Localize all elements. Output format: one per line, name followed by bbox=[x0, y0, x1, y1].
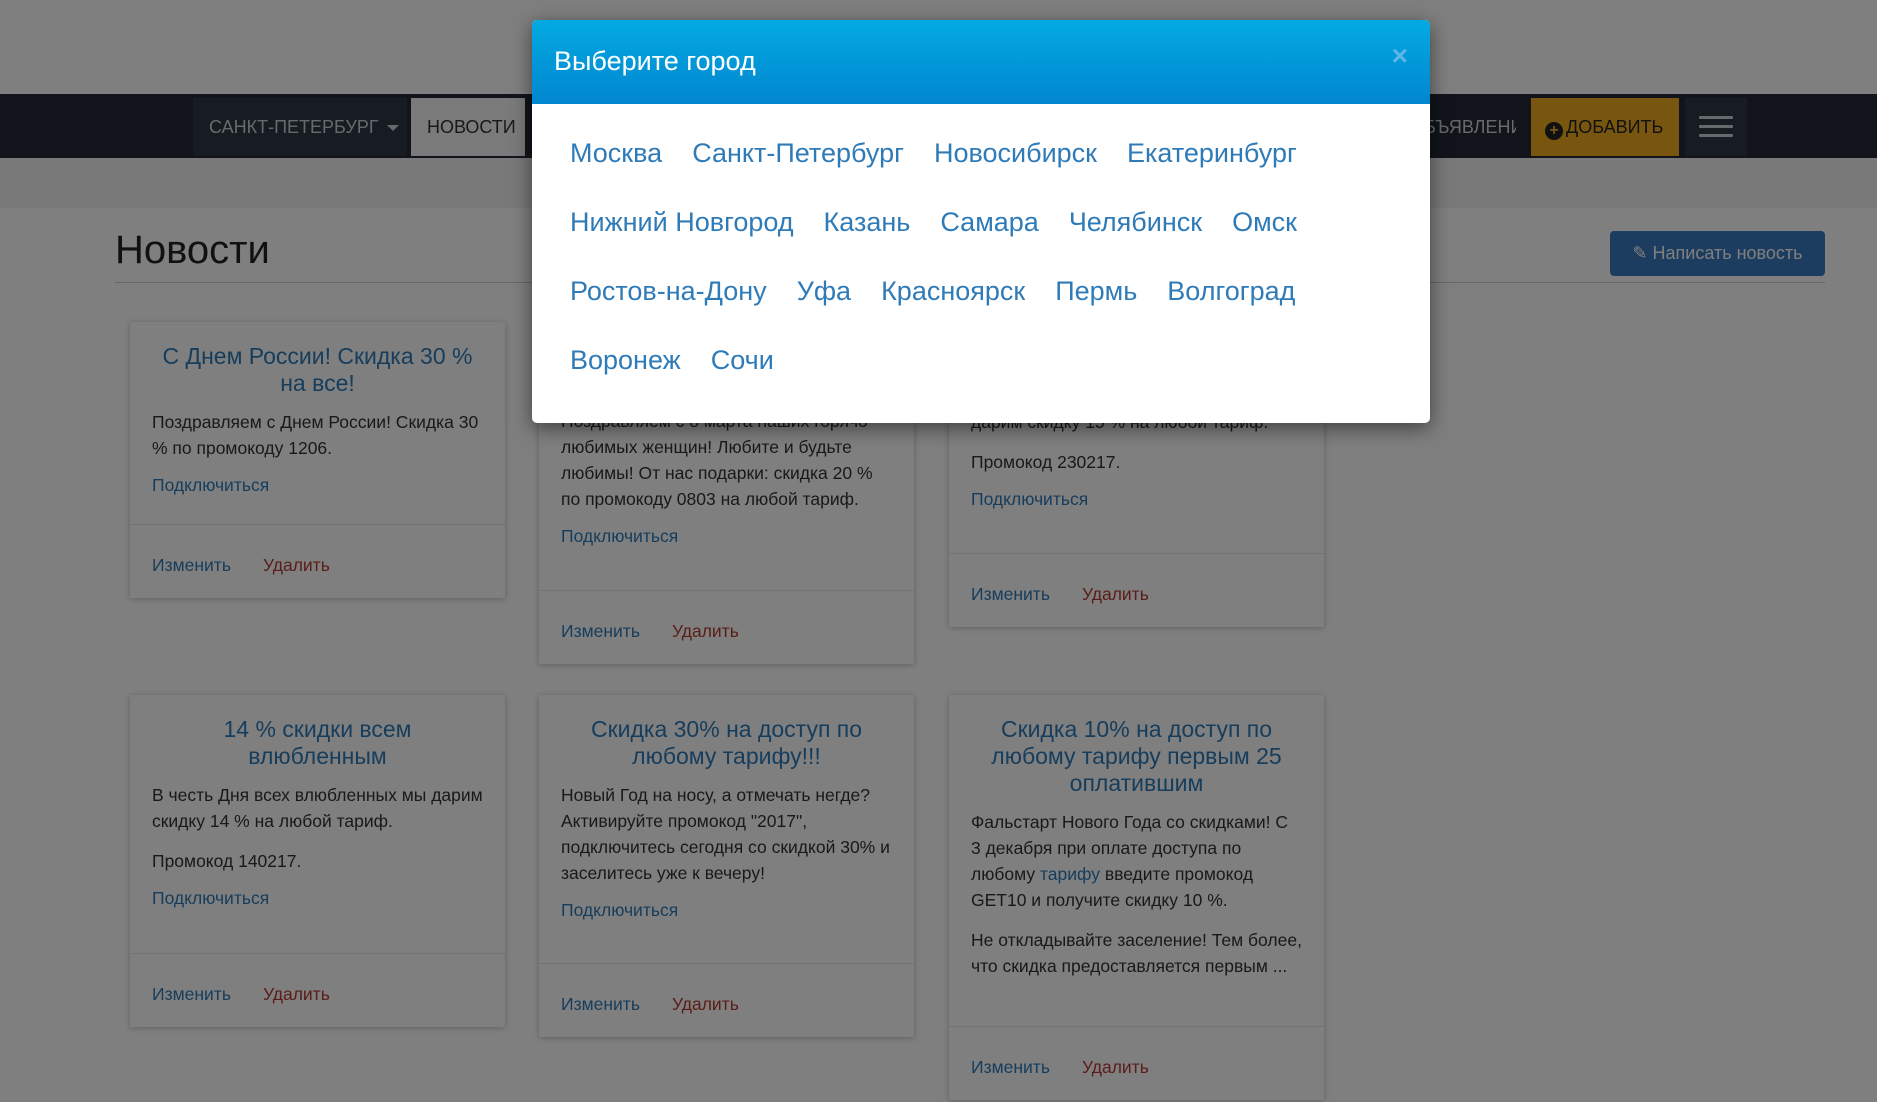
city-row: Воронеж Сочи bbox=[570, 345, 1410, 414]
city-link[interactable]: Сочи bbox=[711, 345, 774, 376]
city-link[interactable]: Самара bbox=[940, 207, 1038, 238]
city-link[interactable]: Екатеринбург bbox=[1127, 138, 1297, 169]
city-list: Москва Санкт-Петербург Новосибирск Екатерин… bbox=[570, 138, 1410, 414]
city-row: Нижний Новгород Казань Самара Челябинск Омск bbox=[570, 207, 1410, 276]
city-link[interactable]: Уфа bbox=[797, 276, 851, 307]
city-row: Москва Санкт-Петербург Новосибирск Екатерин… bbox=[570, 138, 1410, 207]
city-link[interactable]: Омск bbox=[1232, 207, 1297, 238]
city-link[interactable]: Нижний Новгород bbox=[570, 207, 794, 238]
city-link[interactable]: Волгоград bbox=[1167, 276, 1295, 307]
city-link[interactable]: Челябинск bbox=[1069, 207, 1202, 238]
city-link[interactable]: Воронеж bbox=[570, 345, 681, 376]
city-link[interactable]: Новосибирск bbox=[934, 138, 1097, 169]
city-link[interactable]: Пермь bbox=[1055, 276, 1137, 307]
modal-title: Выберите город bbox=[554, 46, 756, 76]
city-link[interactable]: Ростов-на-Дону bbox=[570, 276, 767, 307]
modal-header: Выберите город × bbox=[532, 20, 1430, 104]
city-link[interactable]: Казань bbox=[824, 207, 911, 238]
close-icon[interactable]: × bbox=[1392, 42, 1408, 70]
city-select-modal: Выберите город × Москва Санкт-Петербург Но… bbox=[532, 20, 1430, 423]
city-row: Ростов-на-Дону Уфа Красноярск Пермь Волгогра… bbox=[570, 276, 1410, 345]
city-link[interactable]: Красноярск bbox=[881, 276, 1025, 307]
city-link[interactable]: Санкт-Петербург bbox=[692, 138, 904, 169]
city-link[interactable]: Москва bbox=[570, 138, 662, 169]
